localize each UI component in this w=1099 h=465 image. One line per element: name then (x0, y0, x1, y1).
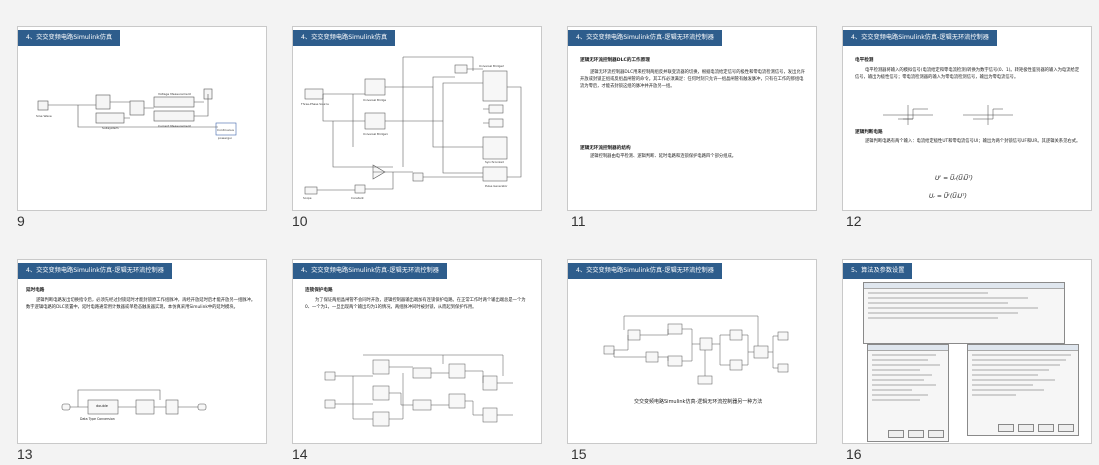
slide-title-bar: 4、交交变频电路Simulink仿真-逻辑无环流控制器 (568, 30, 722, 46)
simulink-diagram: Sine Wave Subsystem Voltage Measurement … (36, 88, 237, 140)
svg-text:Voltage Measurement: Voltage Measurement (158, 92, 192, 96)
slide-number: 14 (292, 446, 308, 462)
section-heading: 逻辑无环流控制器DLC的工作原理 (580, 58, 650, 63)
slide-number: 10 (292, 213, 308, 229)
configuration-parameters-window (863, 282, 1065, 344)
svg-text:Universal Bridge2: Universal Bridge2 (479, 64, 504, 68)
svg-text:Continuous: Continuous (217, 128, 234, 132)
pulse-generator-parameters-window (967, 344, 1079, 436)
interlock-circuit-diagram (324, 354, 513, 427)
body-paragraph: 逻辑无环流控制器DLC用来控制两组反并联变流器的切换，根据电流给定信号的极性和零… (580, 70, 805, 89)
simulink-diagram: Three-Phase Source Universal Bridge Univ… (300, 56, 522, 200)
svg-text:Synchronized: Synchronized (485, 160, 504, 164)
slide-thumbnail-15[interactable]: 4、交交变频电路Simulink仿真-逻辑无环流控制器 交交变频电路Simuli… (567, 259, 817, 444)
slide-number: 13 (17, 446, 33, 462)
svg-text:Pulse Generator: Pulse Generator (485, 184, 508, 188)
slide-caption: 交交变频电路Simulink仿真-逻辑无环流控制器另一种方法 (634, 399, 763, 405)
svg-text:Universal Bridge: Universal Bridge (363, 98, 386, 102)
section-heading: 逻辑判断电路 (855, 130, 883, 135)
body-paragraph: 逻辑判断电路有两个输入：电流给定极性UT和零电流信号UI；输出为两个封锁信号UF… (865, 139, 1081, 144)
slide-thumbnail-14[interactable]: 4、交交变频电路Simulink仿真-逻辑无环流控制器 连锁保护电路 为了保证两… (292, 259, 542, 444)
block-parameters-window (867, 344, 949, 442)
slide-number: 15 (571, 446, 587, 462)
body-paragraph: 逻辑控制器由电平检测、逻辑判断、延时电路和连锁保护电路四个部分组成。 (590, 154, 737, 159)
block-label: Data Type Conversion (80, 417, 115, 421)
svg-text:powergui: powergui (218, 136, 232, 140)
section-heading: 逻辑无环流控制器的结构 (580, 146, 631, 151)
svg-text:Constant: Constant (351, 196, 364, 200)
hysteresis-diagrams (883, 105, 1013, 125)
slide-thumbnail-9[interactable]: 4、交交变频电路Simulink仿真 Sine Wave Subsystem V… (17, 26, 267, 211)
slide-number: 11 (571, 213, 586, 229)
alternate-dlc-diagram (603, 315, 789, 385)
slide-thumbnail-12[interactable]: 4、交交变频电路Simulink仿真-逻辑无环流控制器 电平检测 电平检测器将输… (842, 26, 1092, 211)
svg-text:Sine Wave: Sine Wave (36, 114, 52, 118)
slide-number: 9 (17, 213, 25, 229)
slide-number: 12 (846, 213, 862, 229)
svg-text:Subsystem: Subsystem (102, 126, 119, 130)
svg-text:Scope: Scope (303, 196, 312, 200)
equation-ur: Uᵣ = U̅ᶠ(U̅ᵢUᵀ) (929, 193, 967, 200)
slide-thumbnail-16[interactable]: 5、算法及参数设置 (842, 259, 1092, 444)
slide-title-bar: 5、算法及参数设置 (843, 263, 913, 279)
slide-sorter-view: { "slides": [ {"number": "9", "header": … (0, 0, 1099, 465)
delay-circuit-diagram (61, 389, 207, 415)
svg-text:Universal Bridge1: Universal Bridge1 (363, 132, 388, 136)
slide-thumbnail-11[interactable]: 4、交交变频电路Simulink仿真-逻辑无环流控制器 逻辑无环流控制器DLC的… (567, 26, 817, 211)
slide-number: 16 (846, 446, 862, 462)
equation-uf: Uᶠ = U̅ᵣ(U̅ᵢU̅ᵀ) (935, 175, 973, 182)
block-text: double (96, 404, 108, 408)
slide-thumbnail-10[interactable]: 4、交交变频电路Simulink仿真 Three-Phase Source Un… (292, 26, 542, 211)
svg-text:Three-Phase Source: Three-Phase Source (300, 102, 329, 106)
slide-thumbnail-13[interactable]: 4、交交变频电路Simulink仿真-逻辑无环流控制器 延时电路 逻辑判断电路发… (17, 259, 267, 444)
svg-text:Current Measurement: Current Measurement (158, 124, 192, 128)
